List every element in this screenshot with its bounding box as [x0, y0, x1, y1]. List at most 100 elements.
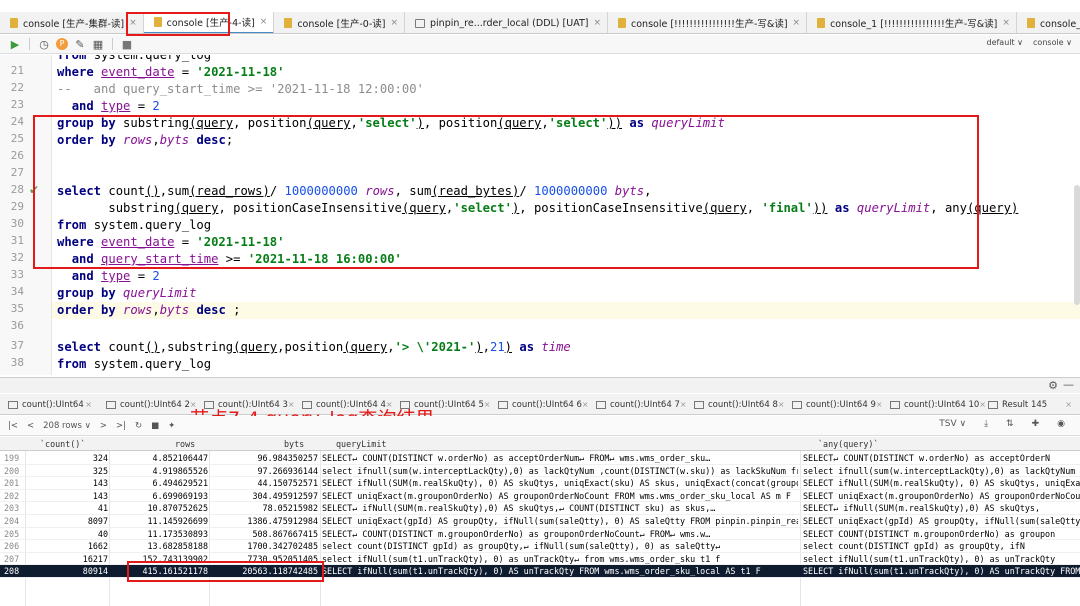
grid-icon [8, 400, 18, 409]
result-tab-label: count():UInt64 2 [120, 399, 190, 410]
table-row[interactable]: 203 41 10.870752625 78.05215982 SELECT↵ ifNu… [0, 502, 1080, 515]
close-icon[interactable]: × [593, 18, 601, 28]
row-number: 205 [4, 528, 20, 539]
pin-result-icon[interactable]: ✚ [1032, 419, 1040, 429]
cell-rows: 13.682858188 [147, 541, 208, 552]
refresh-icon[interactable]: ↻ [135, 421, 142, 431]
cell-byts: 97.266936144 [257, 465, 318, 476]
cell-byts: 96.984350257 [257, 453, 318, 463]
cell-rows: 6.494629521 [152, 478, 208, 489]
panel-splitter[interactable]: ⚙ — [0, 377, 1080, 393]
cell-rows: 4.919865526 [152, 465, 208, 476]
result-tab-label: count():UInt64 7 [610, 399, 680, 410]
table-row[interactable]: 206 1662 13.682858188 1700.342702485 select … [0, 540, 1080, 553]
prev-page-icon[interactable]: < [27, 421, 34, 431]
row-count[interactable]: 208 rows ∨ [43, 421, 91, 431]
cell-anyquery: SELECT ifNull(SUM(m.realSkuQty), 0) AS s… [803, 478, 1080, 489]
cell-anyquery: SELECT COUNT(DISTINCT m.grouponOrderNo) … [803, 528, 1056, 539]
console-icon [618, 18, 627, 28]
table-row[interactable]: 205 40 11.173530893 508.867667415 SELECT↵ CO… [0, 528, 1080, 541]
line-number: 24 [10, 115, 24, 128]
editor-tab[interactable]: console_1 [!!!!!!!!!!!!!!!!生产-写&读] × [807, 12, 1017, 33]
next-page-icon[interactable]: > [100, 421, 107, 431]
toolbar-divider [29, 38, 30, 50]
schema-selector[interactable]: default ∨ [986, 38, 1023, 47]
table-icon [415, 18, 426, 28]
close-icon[interactable]: × [260, 17, 268, 27]
cell-anyquery: SELECT↵ COUNT(DISTINCT w.orderNo) as acc… [803, 453, 1051, 463]
grid-icon [988, 400, 998, 409]
cell-count: 16217 [82, 553, 108, 564]
editor-tab[interactable]: console_2 [!!!!!!!!!!!!!!!!生产-写&读]× [1017, 12, 1080, 33]
grid-icon [498, 400, 508, 409]
table-row[interactable]: 204 8097 11.145926699 1386.475912984 SELECT … [0, 515, 1080, 528]
pin-icon[interactable]: ✦ [168, 421, 175, 431]
row-number: 201 [4, 478, 20, 489]
table-row[interactable]: 199 324 4.852106447 96.984350257 SELECT↵ COU… [0, 452, 1080, 465]
tab-label: console [生产-0-读] [297, 19, 386, 30]
editor-tab[interactable]: console [!!!!!!!!!!!!!!!!生产-写&读] × [608, 12, 808, 33]
stop-icon[interactable]: ■ [118, 38, 136, 51]
result-tab[interactable]: Result 145 × [980, 394, 1078, 414]
cell-rows: 11.145926699 [147, 516, 208, 526]
editor-tab[interactable]: pinpin_re...rder_local (DDL) [UAT] × [405, 12, 609, 33]
result-tab[interactable]: count():UInt64 9 × [784, 394, 883, 414]
line-number: 31 [10, 234, 24, 247]
table-row[interactable]: 200 325 4.919865526 97.266936144 select ifnu… [0, 465, 1080, 478]
editor-scrollbar[interactable] [1074, 185, 1080, 305]
column-header-byts[interactable]: byts [284, 439, 304, 449]
wrench-icon[interactable]: ✎ [71, 38, 89, 51]
row-number: 202 [4, 490, 20, 501]
row-number: 200 [4, 465, 20, 476]
code-line-23: and type = 2 [71, 99, 160, 113]
run-icon[interactable]: ▶ [6, 38, 24, 51]
close-icon[interactable]: × [1065, 400, 1072, 409]
cell-anyquery: SELECT↵ ifNull(SUM(m.realSkuQty),0) AS s… [803, 503, 1040, 514]
stop-icon[interactable]: ■ [151, 421, 159, 431]
line-number: 21 [10, 64, 24, 77]
result-tab[interactable]: count():UInt64 10 × [882, 394, 986, 414]
result-tab[interactable]: count():UInt64 7 × [588, 394, 687, 414]
line-number: 38 [10, 356, 24, 369]
column-header-rows[interactable]: rows [175, 439, 195, 449]
console-icon [284, 18, 293, 28]
session-selector[interactable]: console ∨ [1033, 38, 1072, 47]
cell-byts: 304.495912597 [252, 490, 318, 501]
compare-icon[interactable]: ⇅ [1006, 419, 1014, 429]
row-number: 207 [4, 553, 20, 564]
history-icon[interactable]: ◷ [35, 38, 53, 51]
column-header-count[interactable]: `count()` [40, 439, 85, 449]
grid-icon [890, 400, 900, 409]
table-row[interactable]: 202 143 6.699069193 304.495912597 SELECT uni… [0, 490, 1080, 503]
close-icon[interactable]: × [85, 400, 92, 409]
view-icon[interactable]: ◉ [1057, 419, 1065, 429]
minimize-icon[interactable]: — [1063, 378, 1074, 391]
table-row[interactable]: 201 143 6.494629521 44.150752571 SELECT ifNu… [0, 477, 1080, 490]
format-selector[interactable]: TSV ∨ [939, 419, 966, 429]
first-page-icon[interactable]: |< [8, 421, 18, 431]
gear-icon[interactable]: ⚙ [1048, 379, 1058, 392]
console-icon [817, 18, 826, 28]
result-tab-label: count():UInt64 6 [512, 399, 582, 410]
grid-icon[interactable]: ▦ [89, 38, 107, 51]
result-tab[interactable]: count():UInt64 2 × [98, 394, 197, 414]
close-icon[interactable]: × [390, 18, 398, 28]
result-tab[interactable]: count():UInt64 8 × [686, 394, 785, 414]
editor-tab[interactable]: console [生产-集群-读] × [0, 12, 144, 33]
export-icon[interactable]: ⤓ [984, 419, 988, 429]
editor-tab[interactable]: console [生产-0-读] × [274, 12, 406, 33]
column-header-anyquery[interactable]: `any(query)` [818, 439, 879, 449]
close-icon[interactable]: × [1002, 18, 1010, 28]
result-tab[interactable]: count():UInt64 6 × [490, 394, 589, 414]
profile-icon[interactable]: P [56, 38, 68, 50]
result-toolbar-right: TSV ∨ ⤓ ⇅ ✚ ◉ [939, 419, 1074, 429]
line-number: 35 [10, 302, 24, 315]
close-icon[interactable]: × [793, 18, 801, 28]
column-header-querylimit[interactable]: queryLimit [336, 439, 386, 449]
result-tab-label: count():UInt64 [22, 399, 84, 410]
result-tab-label: count():UInt64 8 [708, 399, 778, 410]
grid-icon [596, 400, 606, 409]
last-page-icon[interactable]: >| [116, 421, 126, 431]
result-tab[interactable]: count():UInt64 × [0, 394, 98, 414]
cell-anyquery: SELECT ifNull(sum(t1.unTrackQty), 0) AS … [803, 566, 1080, 577]
